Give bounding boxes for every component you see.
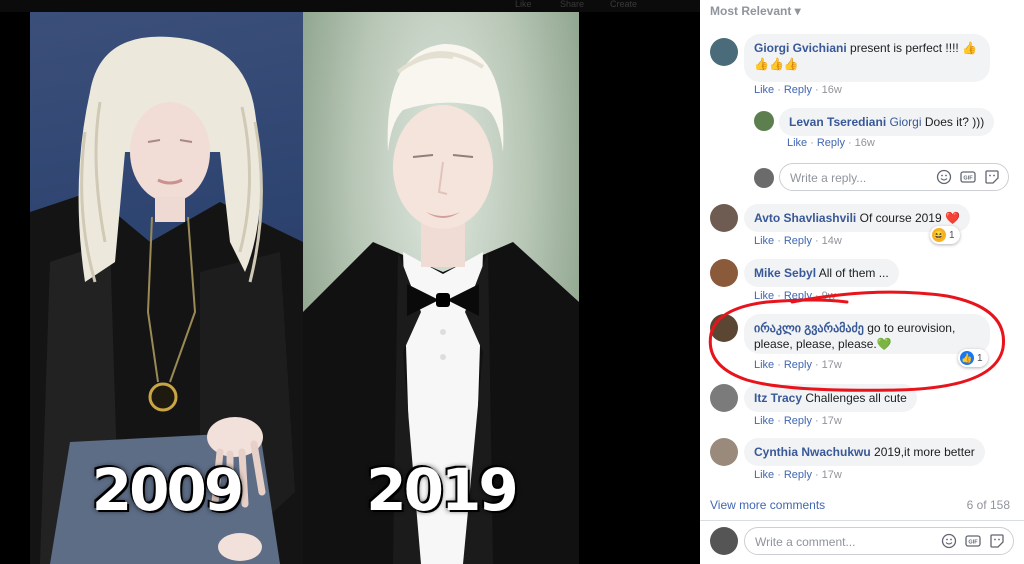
like-link[interactable]: Like (754, 469, 774, 481)
reply-placeholder: Write a reply... (790, 171, 867, 185)
comment-text: Challenges all cute (805, 391, 907, 405)
reply-text: Does it? ))) (924, 115, 985, 129)
comment-time: 9w (821, 290, 836, 302)
reply-link[interactable]: Reply (784, 84, 812, 96)
comment-time: 14w (821, 235, 842, 247)
viewer-topbar: Like Share Create (0, 0, 700, 12)
svg-text:GIF: GIF (963, 176, 973, 182)
reply-link[interactable]: Reply (784, 415, 812, 427)
year-label-2009: 2009 (91, 456, 244, 524)
comment-bubble: Mike Sebyl All of them ... (744, 259, 899, 287)
photo-viewer: Like Share Create 2009 2019 (0, 0, 700, 564)
avatar[interactable] (710, 259, 738, 287)
year-label-2019: 2019 (366, 456, 518, 524)
reply-actions: Like · Reply · 16w (787, 137, 875, 149)
reply-link[interactable]: Reply (784, 290, 812, 302)
photo-panel-2009[interactable]: 2009 (30, 12, 303, 564)
sort-dropdown[interactable]: Most Relevant ▾ (710, 4, 801, 18)
current-user-avatar (710, 527, 738, 555)
like-link[interactable]: Like (787, 137, 807, 149)
haha-reaction-icon: 😆 (932, 228, 946, 242)
like-link[interactable]: Like (754, 359, 774, 371)
topbar-share[interactable]: Share (560, 0, 584, 9)
avatar[interactable] (710, 314, 738, 342)
input-icons: GIF (941, 533, 1005, 549)
comment-actions: Like · Reply · 17w (754, 359, 842, 371)
comment-actions: Like · Reply · 17w (754, 469, 842, 481)
reply-mention[interactable]: Giorgi (890, 115, 922, 129)
reaction-count: 1 (977, 352, 983, 364)
reaction-count: 1 (949, 229, 955, 241)
emoji-icon[interactable] (941, 533, 957, 549)
reply-input[interactable]: Write a reply... GIF (779, 163, 1009, 191)
reaction-badge[interactable]: 👍 1 (958, 349, 988, 367)
comment-time: 17w (821, 415, 842, 427)
reply-author[interactable]: Levan Tserediani (789, 115, 886, 129)
comment-text: 2019,it more better (874, 445, 975, 459)
avatar[interactable] (710, 204, 738, 232)
comment-actions: Like · Reply · 14w (754, 235, 842, 247)
sticker-icon[interactable] (984, 169, 1000, 185)
like-link[interactable]: Like (754, 84, 774, 96)
topbar-like[interactable]: Like (515, 0, 532, 9)
comment-time: 16w (821, 84, 842, 96)
comment-time: 17w (821, 469, 842, 481)
comment-text: All of them ... (818, 266, 889, 280)
gif-icon[interactable]: GIF (965, 533, 981, 549)
view-more-comments-link[interactable]: View more comments (710, 498, 825, 512)
input-icons: GIF (936, 169, 1000, 185)
comment-placeholder: Write a comment... (755, 535, 856, 549)
sticker-icon[interactable] (989, 533, 1005, 549)
reply-link[interactable]: Reply (784, 469, 812, 481)
comment-bubble: Cynthia Nwachukwu 2019,it more better (744, 438, 985, 466)
comment-actions: Like · Reply · 17w (754, 415, 842, 427)
comment-bubble: Giorgi Gvichiani present is perfect !!!!… (744, 34, 990, 82)
comment-bubble: ირაკლი გვარამაძე go to eurovision, pleas… (744, 314, 990, 354)
comments-pane: Most Relevant ▾ Giorgi Gvichiani present… (700, 0, 1024, 564)
avatar[interactable] (754, 111, 774, 131)
comment-input[interactable]: Write a comment... GIF (744, 527, 1014, 555)
like-link[interactable]: Like (754, 415, 774, 427)
emoji-icon[interactable] (936, 169, 952, 185)
comment-bubble: Itz Tracy Challenges all cute (744, 384, 917, 412)
reply-link[interactable]: Reply (784, 359, 812, 371)
like-link[interactable]: Like (754, 235, 774, 247)
comment-author[interactable]: Mike Sebyl (754, 266, 816, 280)
like-reaction-icon: 👍 (960, 351, 974, 365)
current-user-avatar (754, 168, 774, 188)
comment-author[interactable]: Cynthia Nwachukwu (754, 445, 871, 459)
reply-time: 16w (854, 137, 875, 149)
topbar-create[interactable]: Create (610, 0, 637, 9)
reply-bubble: Levan Tserediani Giorgi Does it? ))) (779, 108, 995, 136)
comment-author[interactable]: Itz Tracy (754, 391, 802, 405)
reply-link[interactable]: Reply (817, 137, 845, 149)
comment-time: 17w (821, 359, 842, 371)
comment-author[interactable]: ირაკლი გვარამაძე (754, 321, 864, 335)
comment-actions: Like · Reply · 9w (754, 290, 836, 302)
comment-count: 6 of 158 (966, 498, 1010, 512)
comment-author[interactable]: Avto Shavliashvili (754, 211, 856, 225)
comment-text: Of course 2019 ❤️ (859, 211, 960, 225)
reply-link[interactable]: Reply (784, 235, 812, 247)
gif-icon[interactable]: GIF (960, 169, 976, 185)
avatar[interactable] (710, 384, 738, 412)
svg-text:GIF: GIF (968, 540, 978, 546)
reaction-badge[interactable]: 😆 1 (930, 226, 960, 244)
comment-author[interactable]: Giorgi Gvichiani (754, 41, 847, 55)
like-link[interactable]: Like (754, 290, 774, 302)
comment-actions: Like · Reply · 16w (754, 84, 842, 96)
avatar[interactable] (710, 438, 738, 466)
photo-panel-2019[interactable]: 2019 (303, 12, 579, 564)
avatar[interactable] (710, 38, 738, 66)
divider (700, 520, 1024, 521)
